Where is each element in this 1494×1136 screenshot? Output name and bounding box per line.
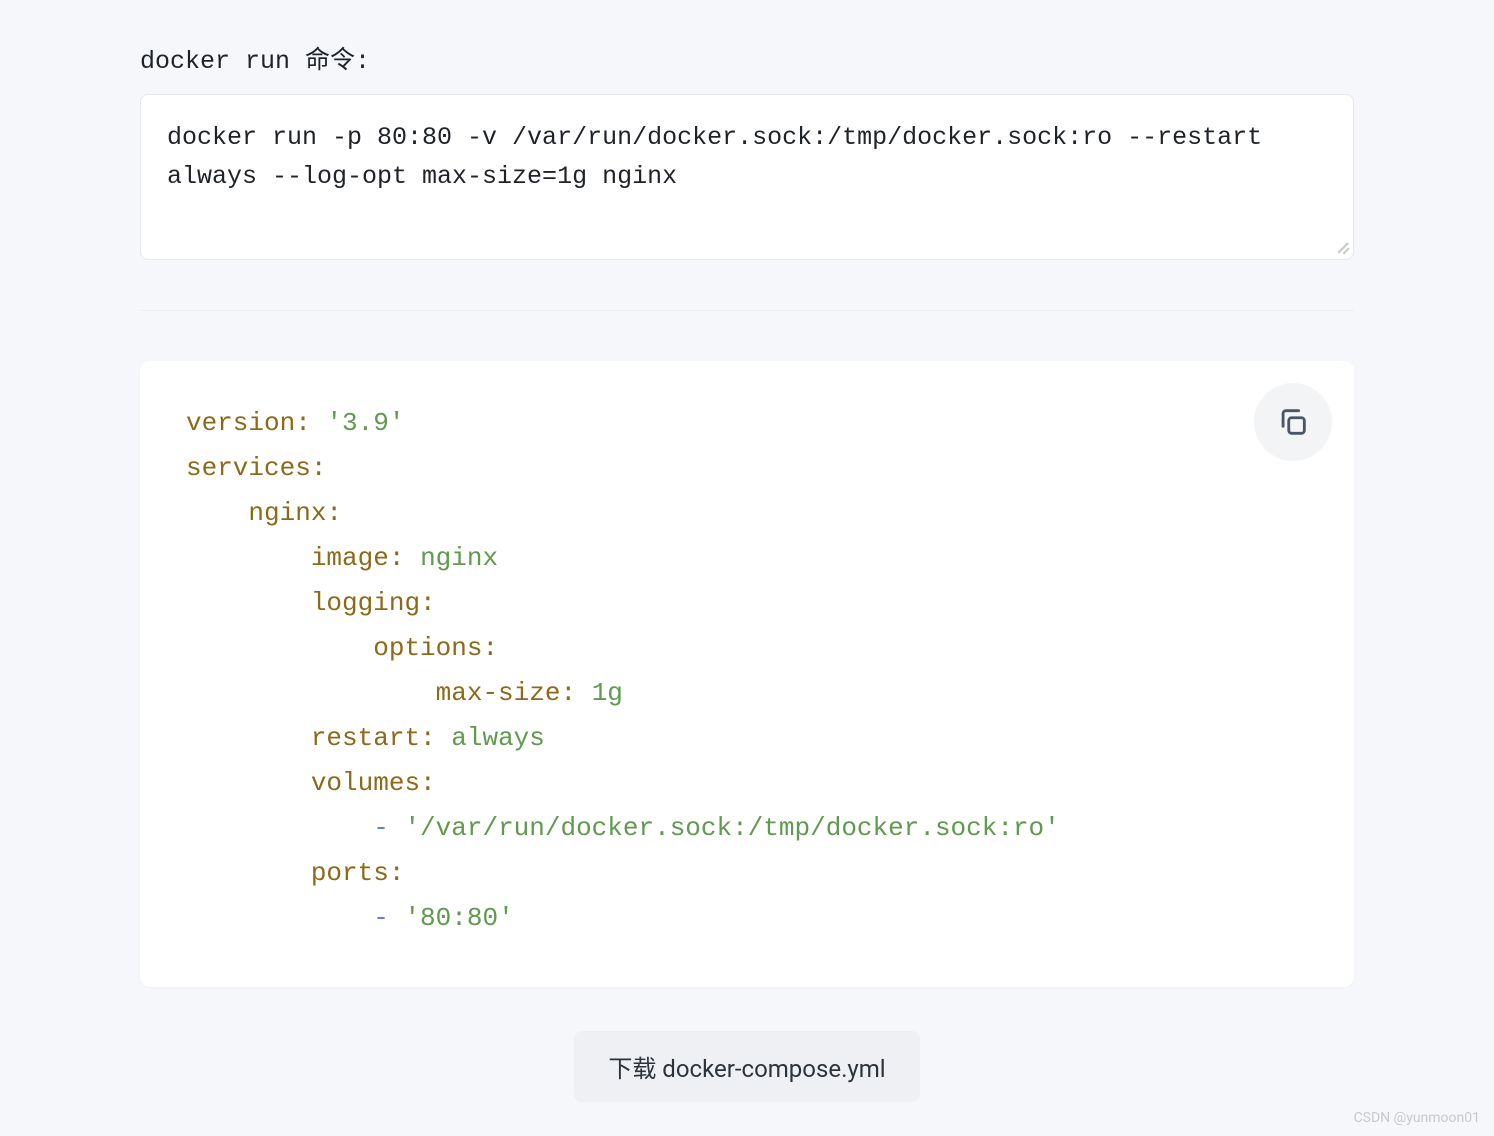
yaml-dash: - xyxy=(373,903,389,933)
yaml-key-service-name: nginx: xyxy=(248,498,342,528)
yaml-dash: - xyxy=(373,813,389,843)
yaml-val-volume: '/var/run/docker.sock:/tmp/docker.sock:r… xyxy=(404,813,1059,843)
yaml-key-version: version: xyxy=(186,408,311,438)
copy-icon xyxy=(1276,405,1310,439)
section-divider xyxy=(140,310,1354,311)
yaml-key-volumes: volumes: xyxy=(311,768,436,798)
yaml-key-services: services: xyxy=(186,453,326,483)
copy-button[interactable] xyxy=(1254,383,1332,461)
yaml-key-image: image: xyxy=(311,543,405,573)
yaml-val-version: '3.9' xyxy=(326,408,404,438)
docker-run-input-card xyxy=(140,94,1354,260)
yaml-output: version: '3.9' services: nginx: image: n… xyxy=(186,401,1308,941)
yaml-val-restart: always xyxy=(451,723,545,753)
download-button[interactable]: 下载 docker-compose.yml xyxy=(574,1031,919,1102)
yaml-val-image: nginx xyxy=(420,543,498,573)
yaml-key-ports: ports: xyxy=(311,858,405,888)
resize-handle-icon[interactable] xyxy=(1333,239,1349,255)
yaml-val-maxsize: 1g xyxy=(592,678,623,708)
yaml-key-maxsize: max-size: xyxy=(436,678,576,708)
yaml-key-logging: logging: xyxy=(311,588,436,618)
docker-run-label: docker run 命令: xyxy=(140,40,1354,76)
watermark-text: CSDN @yunmoon01 xyxy=(1354,1110,1480,1126)
yaml-key-options: options: xyxy=(373,633,498,663)
yaml-output-card: version: '3.9' services: nginx: image: n… xyxy=(140,361,1354,987)
docker-run-input[interactable] xyxy=(167,119,1327,199)
yaml-val-port: '80:80' xyxy=(404,903,513,933)
yaml-key-restart: restart: xyxy=(311,723,436,753)
